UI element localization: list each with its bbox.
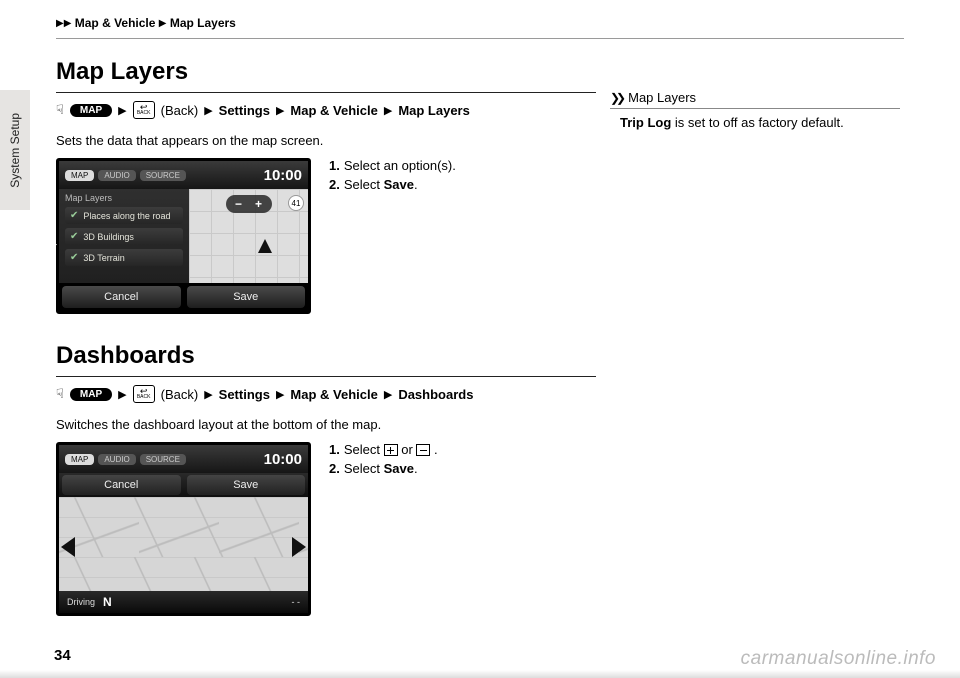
zoom-out-icon: − (230, 197, 248, 211)
chevron-icon: ▶ (204, 388, 212, 401)
chevron-icon: ▶ (276, 104, 284, 117)
chevron-icon: ▶ (204, 104, 212, 117)
page-number: 34 (54, 647, 71, 664)
options-panel: Map Layers ✔ Places along the road ✔ 3D … (59, 189, 189, 283)
chevron-icon: ▶ (276, 388, 284, 401)
prev-layout-icon (61, 537, 75, 557)
tip-body: Trip Log is set to off as factory defaul… (610, 115, 900, 130)
chevron-icon: ▶ (118, 388, 126, 401)
intro-text: Sets the data that appears on the map sc… (56, 133, 596, 148)
device-screenshot-dashboards: MAP AUDIO SOURCE 10:00 Cancel Save Drivi… (56, 442, 311, 616)
menu-path: ☟ MAP ▶ ↩ BACK (Back) ▶ Settings ▶ Map &… (56, 385, 596, 403)
chevron-icon: ❯❯ (610, 91, 622, 105)
map-button-icon: MAP (70, 388, 112, 401)
dash-label: Driving (67, 597, 95, 607)
zoom-bar: −+ (226, 195, 272, 213)
clock: 10:00 (264, 167, 302, 184)
panel-title: Map Layers (65, 193, 183, 203)
divider (56, 376, 596, 377)
path-last: Map Layers (398, 103, 470, 118)
device-topbar: MAP AUDIO SOURCE 10:00 (59, 445, 308, 473)
chevron-icon: ▶ (384, 388, 392, 401)
tab-map: MAP (65, 170, 94, 181)
tab-source: SOURCE (140, 454, 186, 465)
path-settings: Settings (219, 387, 270, 402)
tab-map: MAP (65, 454, 94, 465)
option-row: ✔ Places along the road (65, 207, 183, 224)
option-row: ✔ 3D Terrain (65, 249, 183, 266)
hand-icon: ☟ (56, 102, 64, 118)
section-title-dashboards: Dashboards (56, 342, 596, 370)
cancel-button: Cancel (62, 475, 181, 495)
breadcrumb-a: Map & Vehicle (75, 16, 156, 30)
breadcrumb: ▶▶ Map & Vehicle ▶ Map Layers (56, 16, 904, 30)
cancel-button: Cancel (62, 286, 181, 308)
save-button: Save (187, 286, 306, 308)
check-icon: ✔ (70, 231, 78, 242)
dash-value: - - (292, 597, 301, 607)
check-icon: ✔ (70, 252, 78, 263)
next-layout-icon (292, 537, 306, 557)
tip-header: ❯❯ Map Layers (610, 90, 900, 109)
path-settings: Settings (219, 103, 270, 118)
section-title-map-layers: Map Layers (56, 58, 596, 86)
chevron-icon: ▶ (384, 104, 392, 117)
device-screenshot-map-layers: MAP AUDIO SOURCE 10:00 Map Layers ✔ Plac… (56, 158, 311, 314)
watermark: carmanualsonline.info (741, 648, 936, 670)
layout-option-icon (416, 444, 430, 456)
save-button: Save (187, 475, 306, 495)
mini-map (59, 497, 308, 591)
intro-text: Switches the dashboard layout at the bot… (56, 417, 596, 432)
scroll-down-icon (45, 244, 57, 252)
dashboard-bar: Driving N - - (59, 591, 308, 613)
zoom-in-icon: + (250, 197, 268, 211)
steps-list: 1.Select or . 2.Select Save. (329, 442, 438, 616)
option-row: ✔ 3D Buildings (65, 228, 183, 245)
menu-path: ☟ MAP ▶ ↩ BACK (Back) ▶ Settings ▶ Map &… (56, 101, 596, 119)
chevron-icon: ▶▶ (56, 18, 71, 29)
tab-source: SOURCE (140, 170, 186, 181)
check-icon: ✔ (70, 210, 78, 221)
hand-icon: ☟ (56, 386, 64, 402)
back-label: (Back) (161, 387, 199, 402)
dash-heading: N (103, 595, 112, 609)
tab-audio: AUDIO (98, 454, 135, 465)
side-tab-label: System Setup (8, 113, 22, 188)
map-button-icon: MAP (70, 104, 112, 117)
shadow (0, 670, 960, 678)
side-tab: System Setup (0, 90, 30, 210)
back-key-icon: ↩ BACK (133, 385, 155, 403)
back-key-icon: ↩ BACK (133, 101, 155, 119)
tab-audio: AUDIO (98, 170, 135, 181)
speed-badge: 41 (288, 195, 304, 211)
vehicle-cursor-icon (258, 239, 272, 253)
back-label: (Back) (161, 103, 199, 118)
divider (56, 38, 904, 39)
breadcrumb-b: Map Layers (170, 16, 236, 30)
chevron-icon: ▶ (159, 18, 167, 29)
mini-map: −+ 41 (189, 189, 308, 283)
divider (56, 92, 596, 93)
path-last: Dashboards (398, 387, 473, 402)
layout-option-icon (384, 444, 398, 456)
tip-title: Map Layers (628, 90, 696, 105)
clock: 10:00 (264, 451, 302, 468)
steps-list: 1.Select an option(s). 2.Select Save. (329, 158, 456, 314)
path-mv: Map & Vehicle (290, 103, 377, 118)
path-mv: Map & Vehicle (290, 387, 377, 402)
device-topbar: MAP AUDIO SOURCE 10:00 (59, 161, 308, 189)
chevron-icon: ▶ (118, 104, 126, 117)
